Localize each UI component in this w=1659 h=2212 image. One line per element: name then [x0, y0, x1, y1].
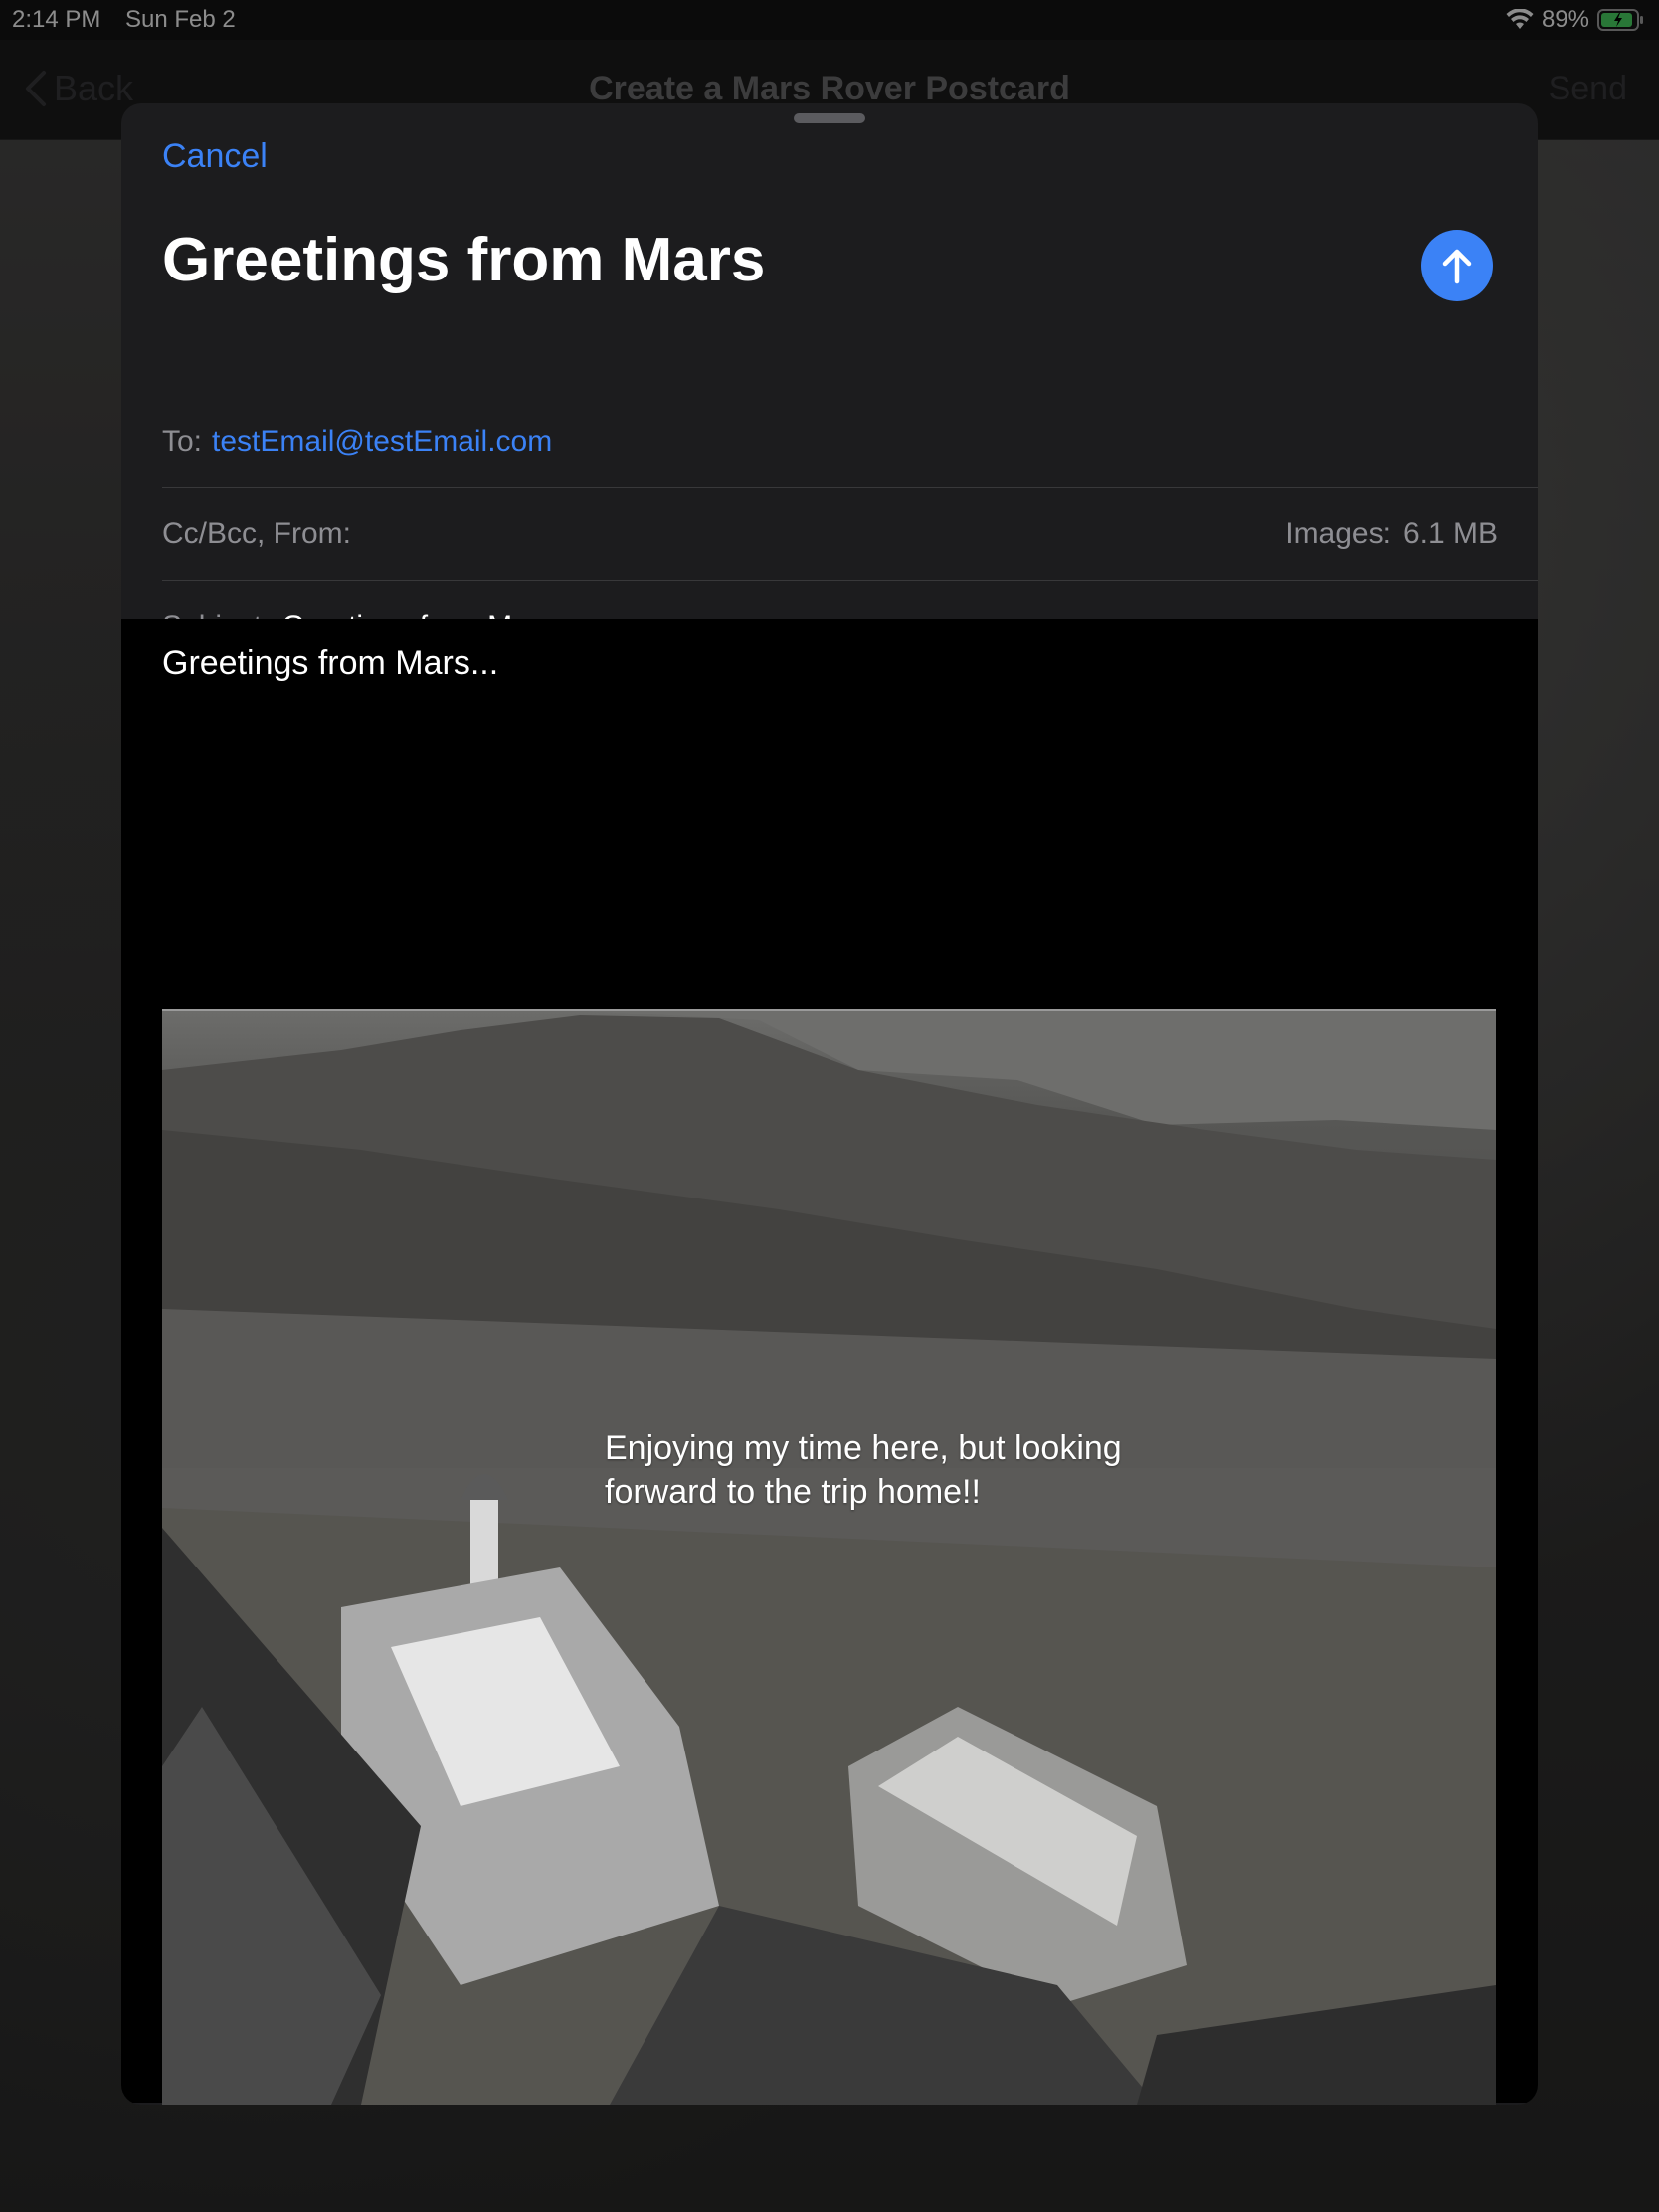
body-text[interactable]: Greetings from Mars... — [162, 645, 498, 683]
postcard-caption: Enjoying my time here, but looking forwa… — [605, 1426, 1201, 1514]
mail-compose-sheet: Cancel Greetings from Mars To: testEmail… — [121, 103, 1538, 2105]
send-mail-button[interactable] — [1421, 230, 1493, 301]
screen: 2:14 PM Sun Feb 2 89% Back Create a Mars… — [0, 0, 1659, 2212]
ccbcc-label: Cc/Bcc, From: — [162, 517, 352, 550]
caption-line-2: forward to the trip home!! — [605, 1473, 981, 1511]
sheet-grabber[interactable] — [794, 113, 865, 123]
images-size-info[interactable]: Images: 6.1 MB — [1285, 517, 1498, 551]
cancel-button[interactable]: Cancel — [162, 137, 268, 176]
mars-landscape-image — [162, 1011, 1496, 2105]
images-size-value: 6.1 MB — [1402, 517, 1498, 550]
to-field[interactable]: To: testEmail@testEmail.com — [162, 396, 1538, 488]
to-label: To: — [162, 425, 203, 458]
ccbcc-from-field[interactable]: Cc/Bcc, From: Images: 6.1 MB — [162, 488, 1538, 581]
arrow-up-icon — [1442, 249, 1472, 284]
postcard-image[interactable]: Enjoying my time here, but looking forwa… — [162, 1009, 1496, 2105]
compose-title: Greetings from Mars — [162, 226, 766, 294]
message-body[interactable]: Greetings from Mars... Enjoying my time … — [121, 619, 1538, 2105]
to-recipient[interactable]: testEmail@testEmail.com — [212, 425, 552, 459]
caption-line-1: Enjoying my time here, but looking — [605, 1429, 1122, 1467]
images-label: Images: — [1285, 517, 1391, 550]
